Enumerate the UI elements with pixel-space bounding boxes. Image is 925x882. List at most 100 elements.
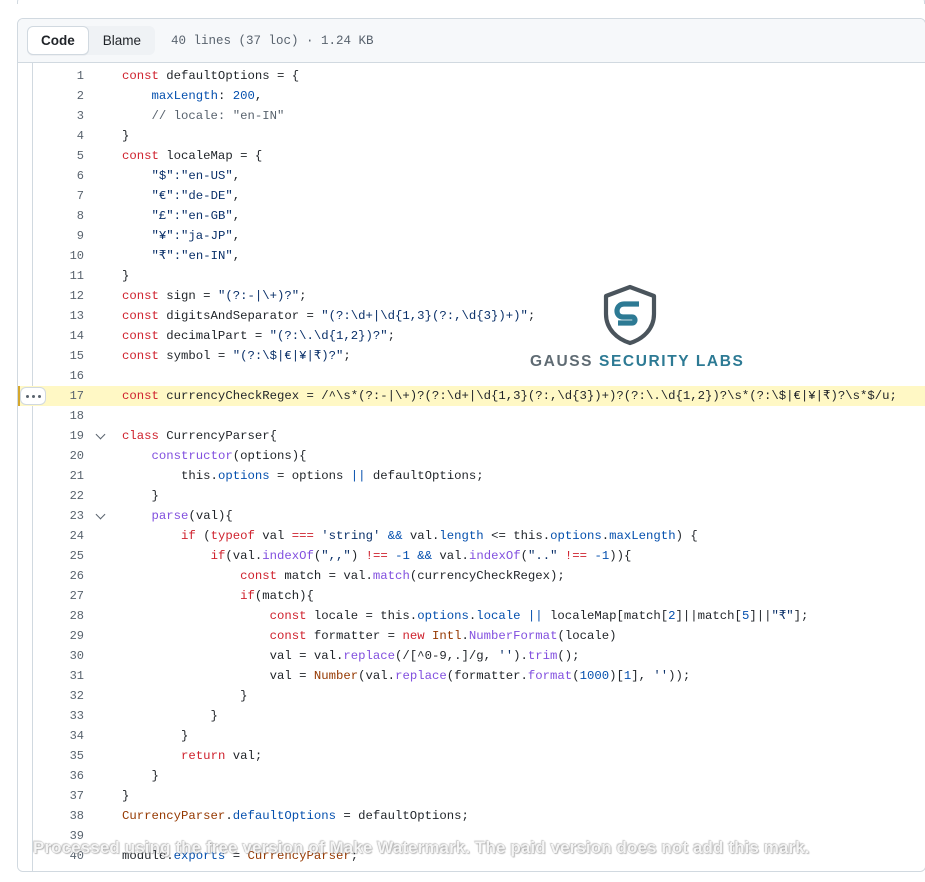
line-number[interactable]: 6 [54, 166, 92, 186]
chevron-down-icon[interactable] [96, 510, 107, 521]
line-number[interactable]: 19 [54, 426, 92, 446]
line-number[interactable]: 38 [54, 806, 92, 826]
line-number[interactable]: 10 [54, 246, 92, 266]
code-line-row: 19 class CurrencyParser{ [18, 426, 925, 446]
line-gutter-actions [18, 346, 54, 366]
line-gutter-actions [18, 206, 54, 226]
code-line-content: "₹":"en-IN", [110, 246, 925, 266]
code-fold-toggle [92, 146, 110, 166]
line-number[interactable]: 21 [54, 466, 92, 486]
line-number[interactable]: 17 [54, 386, 92, 406]
code-token: replace [395, 669, 447, 683]
code-token: <= this. [483, 529, 551, 543]
line-number[interactable]: 31 [54, 666, 92, 686]
line-number[interactable]: 14 [54, 326, 92, 346]
code-token: && [417, 549, 433, 563]
line-number[interactable]: 4 [54, 126, 92, 146]
code-token: val = val. [122, 649, 344, 663]
code-fold-toggle [92, 646, 110, 666]
code-fold-toggle [92, 366, 110, 386]
line-number[interactable]: 23 [54, 506, 92, 526]
line-number[interactable]: 20 [54, 446, 92, 466]
line-number[interactable]: 16 [54, 366, 92, 386]
line-number[interactable]: 40 [54, 846, 92, 866]
line-number[interactable]: 28 [54, 606, 92, 626]
code-token: parse [151, 509, 189, 523]
code-token: (options){ [232, 449, 307, 463]
line-number[interactable]: 15 [54, 346, 92, 366]
code-token: -1 [594, 549, 610, 563]
code-fold-toggle[interactable] [92, 506, 110, 526]
code-fold-toggle [92, 346, 110, 366]
code-token: const [122, 289, 167, 303]
line-gutter-actions [18, 146, 54, 166]
code-fold-toggle [92, 666, 110, 686]
code-token: match [372, 569, 410, 583]
line-number[interactable]: 35 [54, 746, 92, 766]
line-number[interactable]: 25 [54, 546, 92, 566]
tab-code[interactable]: Code [27, 26, 89, 55]
code-token: ). [513, 649, 528, 663]
line-number[interactable]: 2 [54, 86, 92, 106]
code-token: = [225, 849, 248, 863]
line-number[interactable]: 33 [54, 706, 92, 726]
line-number[interactable]: 36 [54, 766, 92, 786]
code-token: ; [350, 849, 359, 863]
line-number[interactable]: 3 [54, 106, 92, 126]
code-token: sign = [166, 289, 218, 303]
code-line-row: 22 } [18, 486, 925, 506]
line-number[interactable]: 29 [54, 626, 92, 646]
code-token: '' [653, 669, 669, 683]
code-token: decimalPart = [166, 329, 270, 343]
code-token: maxLength [609, 529, 676, 543]
line-number[interactable]: 13 [54, 306, 92, 326]
line-number[interactable]: 22 [54, 486, 92, 506]
tab-blame[interactable]: Blame [89, 26, 155, 55]
line-number[interactable]: 9 [54, 226, 92, 246]
line-number[interactable]: 37 [54, 786, 92, 806]
line-number[interactable]: 5 [54, 146, 92, 166]
line-number[interactable]: 7 [54, 186, 92, 206]
line-gutter-actions [18, 786, 54, 806]
line-number[interactable]: 1 [54, 66, 92, 86]
line-menu-kebab-icon[interactable] [20, 387, 46, 405]
line-number[interactable]: 12 [54, 286, 92, 306]
code-line-row: 23 parse(val){ [18, 506, 925, 526]
line-number[interactable]: 26 [54, 566, 92, 586]
code-token: || [350, 469, 366, 483]
line-gutter-actions [18, 586, 54, 606]
code-line-row: 40 module.exports = CurrencyParser; [18, 846, 925, 866]
line-gutter-actions [18, 686, 54, 706]
code-token: ) [350, 549, 366, 563]
line-number[interactable]: 30 [54, 646, 92, 666]
code-fold-toggle [92, 446, 110, 466]
line-gutter-actions [18, 406, 54, 426]
line-number[interactable]: 32 [54, 686, 92, 706]
code-token: exports [173, 849, 226, 863]
line-number[interactable]: 24 [54, 526, 92, 546]
code-line-row: 20 constructor(options){ [18, 446, 925, 466]
code-fold-toggle[interactable] [92, 426, 110, 446]
code-token: === [291, 529, 314, 543]
chevron-down-icon[interactable] [96, 430, 107, 441]
code-content-area: 1 const defaultOptions = {2 maxLength: 20… [18, 63, 925, 871]
code-fold-toggle [92, 846, 110, 866]
line-number[interactable]: 8 [54, 206, 92, 226]
line-number[interactable]: 34 [54, 726, 92, 746]
code-line-row: 6 "$":"en-US", [18, 166, 925, 186]
line-number[interactable]: 39 [54, 826, 92, 846]
line-gutter-actions [18, 86, 54, 106]
code-token: } [122, 729, 189, 743]
code-token: || [527, 609, 543, 623]
line-number[interactable]: 27 [54, 586, 92, 606]
line-number[interactable]: 18 [54, 406, 92, 426]
line-number[interactable]: 11 [54, 266, 92, 286]
code-line-content [110, 366, 925, 386]
code-blame-toggle[interactable]: Code Blame [27, 26, 156, 55]
code-line-row: 28 const locale = this.options.locale ||… [18, 606, 925, 626]
code-token: constructor [151, 449, 233, 463]
